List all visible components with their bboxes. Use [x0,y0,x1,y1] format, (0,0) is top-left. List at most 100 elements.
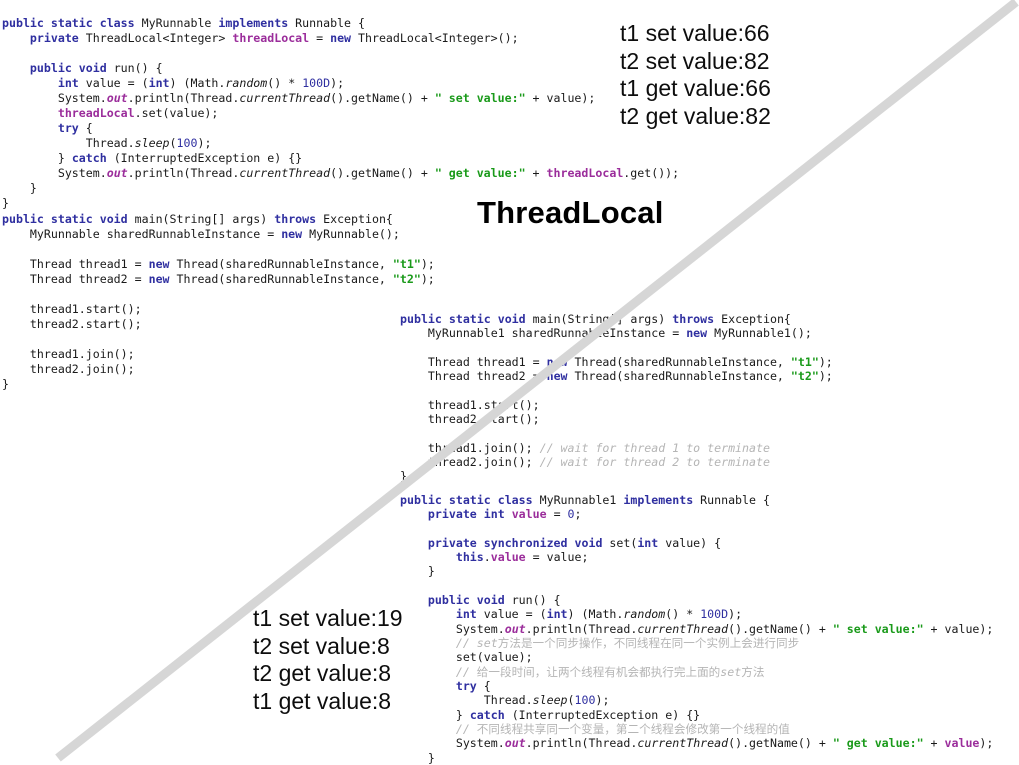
console-output-line: t2 get value:82 [620,102,771,129]
code-token: int [57,75,86,90]
code-token: thread1.start(); [2,301,142,316]
code-token: Thread thread2 = [400,368,547,383]
code-token: this [455,549,484,564]
code-token: Runnable { [700,492,770,507]
code-token: int [546,607,568,622]
code-token: int [637,535,666,550]
code-line: thread1.join(); // wait for thread 1 to … [400,441,833,455]
code-token: set [476,636,498,651]
code-token: try [57,120,86,135]
code-token: " get value:" [832,736,924,751]
console-output-line: t2 get value:8 [253,660,392,687]
console-output-line: t1 set value:19 [253,605,403,631]
code-token: ); [197,135,212,150]
code-token: thread2.join(); [400,455,540,470]
code-token: MyRunnable [141,15,219,30]
code-token: ().getName() + [728,736,833,751]
code-token: private synchronized void [427,535,610,550]
code-token: " set value:" [434,90,526,105]
code-block-main-myrunnable1: public static void main(String[] args) t… [400,312,833,484]
code-token: Thread(sharedRunnableInstance, [574,354,791,369]
code-token: random [623,607,666,622]
code-token: sleep [134,135,170,150]
code-token: Exception{ [323,211,393,226]
code-line: private ThreadLocal<Integer> threadLocal… [2,31,679,46]
code-token: Thread. [85,135,135,150]
code-token: implements [623,492,701,507]
code-token: catch [71,151,114,166]
code-token: // [455,664,477,679]
code-line: threadLocal.set(value); [2,106,679,121]
code-line: thread2.start(); [400,412,833,426]
console-output-line: t1 set value:66 [620,20,770,46]
code-line: public static void main(String[] args) t… [400,312,833,326]
code-token: } [400,469,407,484]
code-token: MyRunnable sharedRunnableInstance = [2,226,282,241]
code-line: public void run() { [2,61,679,76]
code-token: main(String[] args) [134,211,275,226]
code-token: private [29,30,86,45]
code-token: out [106,90,128,105]
code-token: currentThread [637,621,729,636]
code-token: out [504,621,526,636]
code-token: main(String[] args) [532,311,673,326]
code-token: Exception{ [721,311,791,326]
code-token: implements [218,15,296,30]
code-token: set(value); [400,650,533,665]
code-line: System.out.println(Thread.currentThread(… [400,736,994,751]
code-token: thread1.join(); [400,440,540,455]
code-token: run() { [511,593,561,607]
code-token: Thread thread2 = [2,271,149,286]
code-block-main-threadlocal: public static void main(String[] args) t… [2,212,435,393]
code-token: ); [330,75,345,90]
code-token: value [944,736,980,751]
code-token: ; [574,506,582,521]
code-token: .get()); [623,166,680,181]
code-token: public void [29,60,114,75]
slide-canvas: public static class MyRunnable implement… [0,0,1019,765]
code-line: thread2.join(); // wait for thread 2 to … [400,455,833,469]
code-line: } catch (InterruptedException e) {} [2,151,679,166]
code-token: ); [979,736,994,751]
code-line: } [400,469,833,483]
code-token: // [455,636,477,651]
code-token: .println(Thread. [525,736,638,751]
code-token: // wait for thread 1 to terminate [539,440,770,455]
code-token: 不同线程共享同一个变量，第二个线程会修改第一个线程的值 [476,722,790,737]
code-token: run() { [113,60,163,75]
code-token: currentThread [239,90,331,105]
code-token: new [686,325,715,340]
code-token: } [400,564,435,579]
code-line: } [400,564,993,578]
code-token: ( [567,693,575,708]
code-token: public static void [400,311,533,326]
code-token: thread2.start(); [2,316,142,331]
code-line: thread1.join(); [2,347,435,362]
console-output-threadlocal: t1 set value:66 t2 set value:82 t1 get val… [620,20,771,130]
code-token: new [546,368,575,383]
code-token: public void [427,593,512,607]
code-token: Thread(sharedRunnableInstance, [176,256,393,271]
code-line: MyRunnable1 sharedRunnableInstance = new… [400,326,833,340]
code-line: try { [2,121,679,136]
code-line: Thread thread2 = new Thread(sharedRunnab… [400,369,833,383]
code-block-myrunnable1-class: public static class MyRunnable1 implemen… [400,493,993,765]
code-token: int [148,75,170,90]
code-token: new [330,30,359,45]
code-token: Thread thread1 = [400,354,547,369]
code-token: Runnable { [295,15,365,30]
code-token: new [148,256,177,271]
code-token: 方法是一个同步操作，不同线程在同一个实例上会进行同步 [497,636,800,651]
